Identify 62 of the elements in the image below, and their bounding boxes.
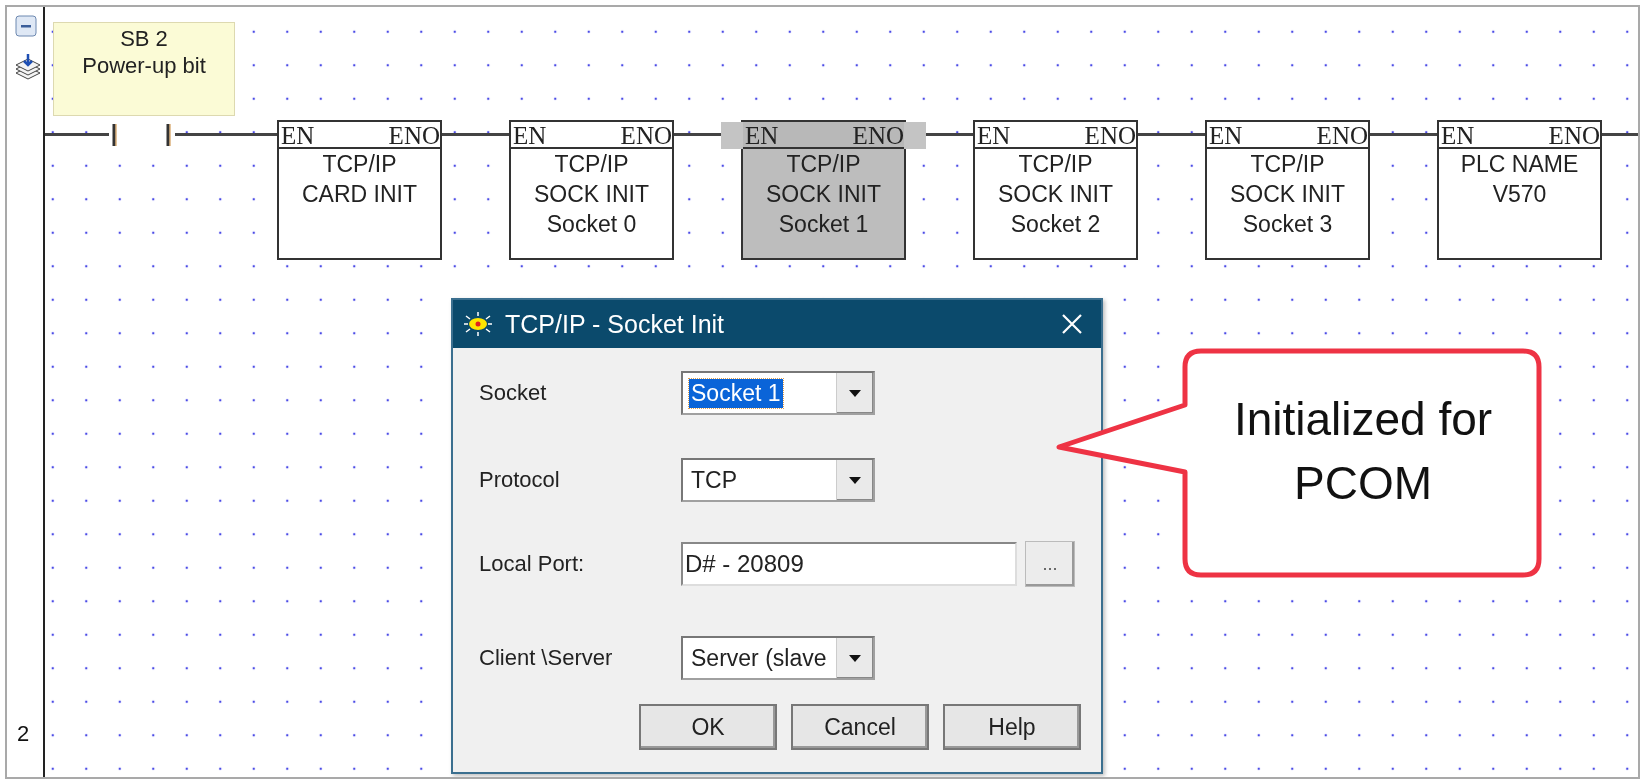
block-input-label: EN <box>1209 122 1243 147</box>
field-label: Protocol <box>479 467 561 493</box>
rung-number: 2 <box>17 721 30 747</box>
block-output-label: ENO <box>1084 122 1136 147</box>
block-output-label: ENO <box>1548 122 1600 147</box>
block-label: SOCK INIT <box>1230 180 1345 209</box>
function-block[interactable]: EN ENO TCP/IP SOCK INIT Socket 0 <box>509 120 674 260</box>
field-label: Socket <box>479 380 548 406</box>
caret-icon <box>849 654 861 662</box>
dropdown-value: Socket 1 <box>689 378 783 408</box>
block-label: Socket 2 <box>1010 210 1101 239</box>
block-label: V570 <box>1492 180 1547 209</box>
function-block[interactable]: EN ENO TCP/IP SOCK INIT Socket 3 <box>1205 120 1370 260</box>
block-label: PLC NAME <box>1460 150 1579 179</box>
field-label: Local Port: <box>479 551 586 577</box>
comment-title: SB 2 <box>120 25 168 52</box>
dropdown[interactable]: TCP <box>681 458 875 502</box>
dialog-button[interactable]: Cancel <box>791 704 929 750</box>
block-label: Socket 3 <box>1242 210 1333 239</box>
function-block[interactable]: EN ENO TCP/IP SOCK INIT Socket 2 <box>973 120 1138 260</box>
dropdown-arrow-button[interactable] <box>836 638 873 678</box>
block-label: SOCK INIT <box>766 180 881 209</box>
callout-text: Initialized for PCOM <box>1232 392 1494 511</box>
function-block[interactable]: EN ENO TCP/IP CARD INIT <box>277 120 442 260</box>
function-block[interactable]: EN ENO PLC NAME V570 <box>1437 120 1602 260</box>
block-label: TCP/IP <box>1250 150 1325 179</box>
block-label: CARD INIT <box>302 180 417 209</box>
caret-icon <box>849 389 861 397</box>
dropdown-value: TCP <box>690 465 738 495</box>
dialog-button[interactable]: OK <box>639 704 777 750</box>
block-label: Socket 0 <box>546 210 637 239</box>
block-label: TCP/IP <box>322 150 397 179</box>
dropdown[interactable]: Server (slave <box>681 636 875 680</box>
block-output-label: ENO <box>620 122 672 147</box>
caret-icon <box>849 476 861 484</box>
close-icon[interactable] <box>1061 313 1083 335</box>
block-input-label: EN <box>745 122 779 147</box>
comment-text: Power-up bit <box>82 52 206 79</box>
block-input-label: EN <box>513 122 547 147</box>
browse-button[interactable]: ... <box>1025 541 1075 587</box>
block-input-label: EN <box>281 122 315 147</box>
block-label: TCP/IP <box>786 150 861 179</box>
dialog-title: TCP/IP - Socket Init <box>505 309 726 339</box>
block-output-label: ENO <box>388 122 440 147</box>
block-label: TCP/IP <box>554 150 629 179</box>
dropdown-arrow-button[interactable] <box>836 460 873 500</box>
collapse-icon[interactable] <box>15 15 37 37</box>
dropdown-arrow-button[interactable] <box>836 373 873 413</box>
block-output-label: ENO <box>1316 122 1368 147</box>
input-field[interactable]: D# - 20809 <box>681 542 1017 586</box>
block-label: TCP/IP <box>1018 150 1093 179</box>
dropdown-value: Server (slave <box>690 643 828 673</box>
sun-eye-icon <box>463 311 493 337</box>
dropdown[interactable]: Socket 1 <box>681 371 875 415</box>
field-label: Client \Server <box>479 645 614 671</box>
block-label: Socket 1 <box>778 210 869 239</box>
block-label: SOCK INIT <box>998 180 1113 209</box>
dialog-button[interactable]: Help <box>943 704 1081 750</box>
block-input-label: EN <box>1441 122 1475 147</box>
block-label: SOCK INIT <box>534 180 649 209</box>
block-input-label: EN <box>977 122 1011 147</box>
block-output-label: ENO <box>852 122 904 147</box>
